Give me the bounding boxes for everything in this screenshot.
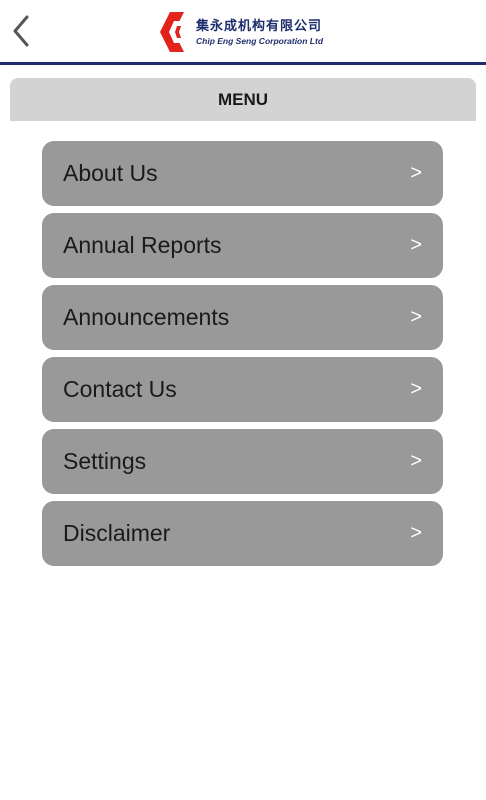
menu-item-settings[interactable]: Settings >	[42, 429, 443, 494]
app-header: 集永成机构有限公司 Chip Eng Seng Corporation Ltd	[0, 0, 486, 62]
chevron-left-icon	[13, 15, 29, 47]
menu-list: About Us > Annual Reports > Announcement…	[42, 141, 443, 573]
logo-mark-icon	[160, 12, 184, 52]
header-divider	[0, 62, 486, 65]
logo-english-name: Chip Eng Seng Corporation Ltd	[196, 35, 324, 46]
menu-header-bar: MENU	[10, 78, 476, 121]
menu-item-label: About Us	[63, 160, 158, 186]
company-logo: 集永成机构有限公司 Chip Eng Seng Corporation Ltd	[160, 10, 323, 54]
menu-item-label: Annual Reports	[63, 232, 222, 258]
chevron-right-icon: >	[410, 522, 422, 544]
menu-item-announcements[interactable]: Announcements >	[42, 285, 443, 350]
menu-item-about-us[interactable]: About Us >	[42, 141, 443, 206]
chevron-right-icon: >	[410, 450, 422, 472]
menu-item-label: Contact Us	[63, 376, 177, 402]
menu-title: MENU	[217, 89, 269, 109]
chevron-right-icon: >	[410, 162, 422, 184]
menu-item-label: Disclaimer	[63, 520, 171, 546]
menu-item-contact-us[interactable]: Contact Us >	[42, 357, 443, 422]
chevron-right-icon: >	[410, 306, 422, 328]
menu-item-label: Settings	[63, 448, 147, 474]
back-button[interactable]	[6, 12, 36, 50]
menu-item-disclaimer[interactable]: Disclaimer >	[42, 501, 443, 566]
chevron-right-icon: >	[410, 234, 422, 256]
menu-item-label: Announcements	[63, 304, 230, 330]
chevron-right-icon: >	[410, 378, 422, 400]
menu-item-annual-reports[interactable]: Annual Reports >	[42, 213, 443, 278]
logo-chinese-name: 集永成机构有限公司	[196, 18, 323, 34]
